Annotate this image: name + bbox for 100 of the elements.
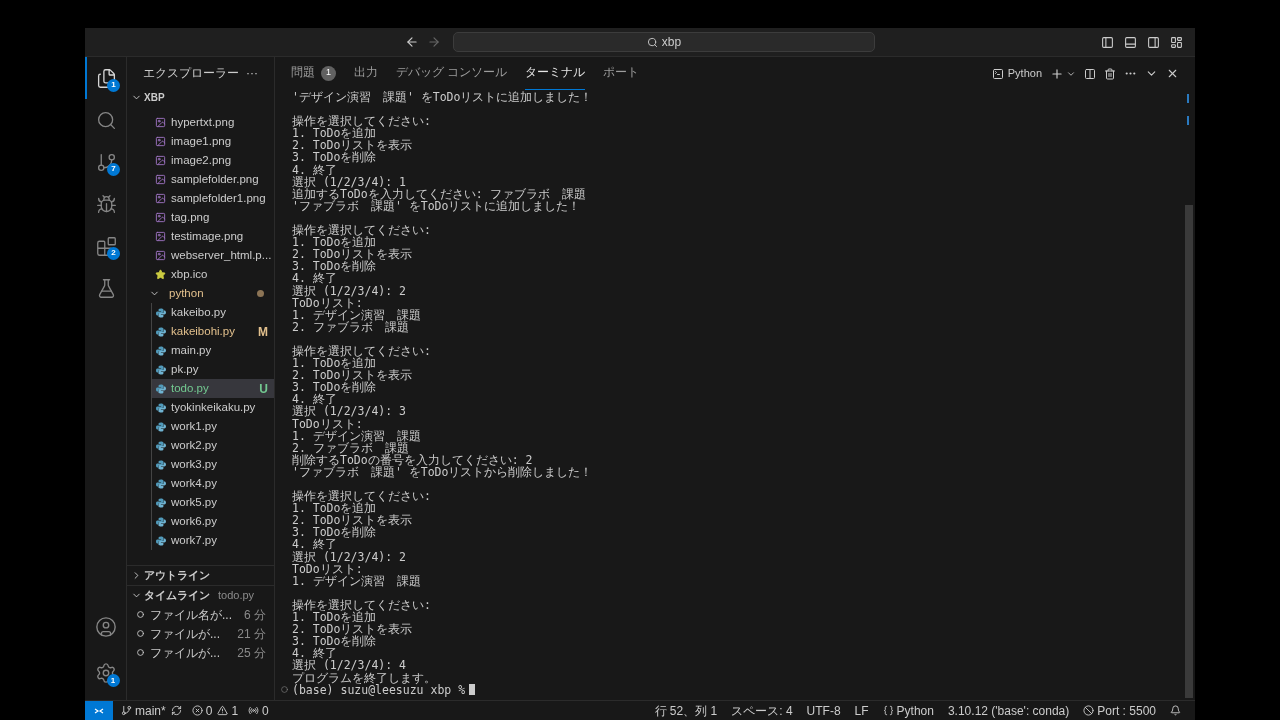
file-tree-item[interactable]: webserver_html.p...	[127, 246, 274, 265]
file-tree-item[interactable]: image2.png	[127, 151, 274, 170]
terminal-selector[interactable]: Python	[991, 65, 1042, 82]
file-tree-item[interactable]: python	[127, 284, 274, 303]
file-tree-item[interactable]: tag.png	[127, 208, 274, 227]
file-tree-item[interactable]: hypertxt.png	[127, 113, 274, 132]
file-name: work3.py	[171, 456, 219, 472]
file-tree-item[interactable]: work7.py	[152, 531, 274, 550]
file-name: work6.py	[171, 513, 219, 529]
file-tree-item[interactable]: samplefolder1.png	[127, 189, 274, 208]
file-tree-item[interactable]: work1.py	[152, 417, 274, 436]
file-name: samplefolder1.png	[171, 190, 267, 206]
status-item[interactable]: UTF-8	[806, 701, 841, 720]
file-tree-item[interactable]: work2.py	[152, 436, 274, 455]
timeline-item[interactable]: ファイルが... 21 分	[127, 624, 274, 643]
terminal-line: 1. ToDoを追加	[292, 611, 377, 624]
file-tree-item[interactable]: pk.py	[152, 360, 274, 379]
timeline-label: ファイルが...	[150, 644, 221, 662]
timeline-time: 6 分	[244, 606, 266, 624]
terminal-line: 4. 終了	[292, 538, 337, 551]
file-tree-item[interactable]: testimage.png	[127, 227, 274, 246]
file-name: work1.py	[171, 418, 219, 434]
terminal-line: 操作を選択してください:	[292, 598, 431, 612]
scroll-marker	[1187, 94, 1189, 103]
layout-icon[interactable]	[1170, 35, 1183, 49]
language-status[interactable]: Python	[882, 701, 934, 720]
terminal-line: 1. ToDoを追加	[292, 357, 377, 370]
port-status[interactable]: Port : 5500	[1083, 701, 1156, 720]
account-icon[interactable]	[94, 616, 117, 638]
more-actions[interactable]: ···	[246, 63, 258, 82]
status-item[interactable]: スペース: 4	[731, 701, 793, 720]
terminal-line: 1. ToDoを追加	[292, 127, 377, 140]
file-tree-item[interactable]: samplefolder.png	[127, 170, 274, 189]
remote-button[interactable]	[85, 701, 113, 720]
activity-bar-item[interactable]: 2	[85, 225, 126, 267]
trash-icon[interactable]	[1104, 67, 1116, 80]
file-tree-item[interactable]: image1.png	[127, 132, 274, 151]
split-terminal-icon[interactable]	[1084, 67, 1096, 80]
status-item[interactable]: 行 52、列 1	[654, 701, 718, 720]
timeline-item[interactable]: ファイルが... 25 分	[127, 643, 274, 662]
toggle-sidebar-icon[interactable]	[1101, 35, 1114, 49]
toggle-panel-icon[interactable]	[1124, 35, 1137, 49]
file-name: tyokinkeikaku.py	[171, 399, 257, 415]
notifications-icon[interactable]	[1170, 705, 1181, 716]
file-tree-item[interactable]: work6.py	[152, 512, 274, 531]
activity-bar-item[interactable]: 7	[85, 141, 126, 183]
panel-tab[interactable]: デバッグ コンソール	[396, 57, 508, 90]
python-file-icon	[156, 364, 166, 375]
timeline-item[interactable]: ファイル名が... 6 分	[127, 605, 274, 624]
commit-circle-icon	[137, 630, 144, 637]
terminal-line: 1. ToDoを追加	[292, 236, 377, 249]
file-tree-item[interactable]: kakeibohi.py M	[152, 322, 274, 341]
terminal-line: 3. ToDoを削除	[292, 260, 377, 273]
new-terminal-icon[interactable]	[1050, 66, 1064, 81]
file-name: work4.py	[171, 475, 219, 491]
terminal-line: 2. ToDoリストを表示	[292, 139, 413, 152]
terminal-line: 'ファブラボ 課題' をToDoリストに追加しました！	[292, 199, 581, 212]
branch-status[interactable]: main*	[121, 701, 166, 720]
problems-status[interactable]: 0 1	[191, 701, 239, 720]
file-tree-item[interactable]: work5.py	[152, 493, 274, 512]
timeline-header[interactable]: タイムライン	[144, 587, 210, 604]
toggle-secondary-sidebar-icon[interactable]	[1147, 35, 1160, 49]
panel-tab[interactable]: ターミナル	[525, 57, 586, 90]
sync-icon[interactable]	[170, 705, 182, 716]
error-icon	[191, 705, 203, 716]
status-item[interactable]: LF	[854, 701, 869, 720]
testing-icon	[96, 277, 117, 299]
sidebar-title: エクスプローラー	[143, 64, 240, 82]
panel-tab[interactable]: 問題 1	[291, 57, 336, 90]
ports-status[interactable]: 0	[248, 701, 269, 720]
file-tree-item[interactable]: tyokinkeikaku.py	[152, 398, 274, 417]
braces-icon	[882, 705, 894, 716]
scroll-marker	[1187, 116, 1189, 125]
settings-icon[interactable]	[94, 662, 117, 684]
timeline-time: 25 分	[237, 644, 266, 662]
terminal-prompt: (base) suzu@leesuzu xbp %	[292, 683, 466, 696]
python-file-icon	[156, 402, 166, 413]
panel-tab[interactable]: 出力	[354, 57, 378, 90]
panel-tab[interactable]: ポート	[603, 57, 640, 90]
file-tree-item[interactable]: todo.py U	[152, 379, 274, 398]
file-tree-item[interactable]: work4.py	[152, 474, 274, 493]
python-file-icon	[156, 326, 166, 337]
search-text: xbp	[661, 34, 682, 51]
star-icon	[155, 269, 166, 280]
file-tree-item[interactable]: main.py	[152, 341, 274, 360]
terminal-line: 'デザイン演習 課題' をToDoリストに追加しました！	[292, 91, 593, 104]
python-file-icon	[156, 535, 166, 546]
file-name: work7.py	[171, 532, 219, 548]
terminal-cursor	[469, 684, 476, 696]
file-tree-item[interactable]: kakeibo.py	[152, 303, 274, 322]
command-center-search[interactable]: xbp	[453, 32, 875, 52]
status-item[interactable]: 3.10.12 ('base': conda)	[947, 701, 1070, 720]
file-tree-item[interactable]: work3.py	[152, 455, 274, 474]
terminal-line: 操作を選択してください:	[292, 344, 431, 358]
terminal-line: 3. ToDoを削除	[292, 635, 377, 648]
close-icon[interactable]	[1166, 67, 1179, 80]
workspace-folder[interactable]: XBP	[144, 89, 165, 105]
outline-header[interactable]: アウトライン	[144, 567, 210, 584]
file-tree-item[interactable]: xbp.ico	[127, 265, 274, 284]
file-name: image2.png	[171, 152, 233, 168]
